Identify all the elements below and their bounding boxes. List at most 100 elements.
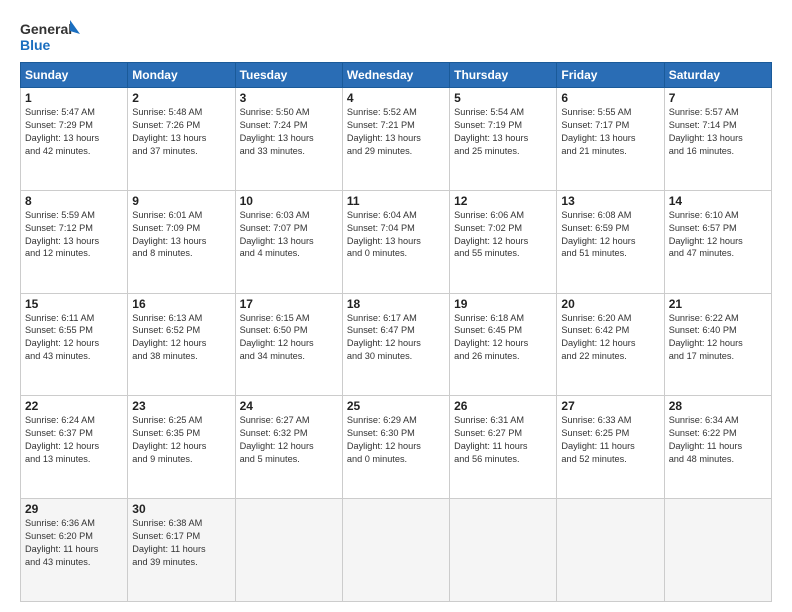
calendar-cell: 23Sunrise: 6:25 AM Sunset: 6:35 PM Dayli… [128, 396, 235, 499]
header: GeneralBlue [20, 18, 772, 54]
day-number: 17 [240, 297, 338, 311]
day-info: Sunrise: 5:55 AM Sunset: 7:17 PM Dayligh… [561, 106, 659, 158]
svg-text:Blue: Blue [20, 37, 51, 53]
day-number: 4 [347, 91, 445, 105]
day-number: 13 [561, 194, 659, 208]
day-number: 27 [561, 399, 659, 413]
day-number: 25 [347, 399, 445, 413]
calendar-cell: 10Sunrise: 6:03 AM Sunset: 7:07 PM Dayli… [235, 190, 342, 293]
day-info: Sunrise: 6:01 AM Sunset: 7:09 PM Dayligh… [132, 209, 230, 261]
calendar-cell: 19Sunrise: 6:18 AM Sunset: 6:45 PM Dayli… [450, 293, 557, 396]
weekday-header: Tuesday [235, 63, 342, 88]
day-number: 16 [132, 297, 230, 311]
calendar-week-row: 8Sunrise: 5:59 AM Sunset: 7:12 PM Daylig… [21, 190, 772, 293]
weekday-header: Monday [128, 63, 235, 88]
calendar-cell: 8Sunrise: 5:59 AM Sunset: 7:12 PM Daylig… [21, 190, 128, 293]
calendar-cell: 26Sunrise: 6:31 AM Sunset: 6:27 PM Dayli… [450, 396, 557, 499]
day-info: Sunrise: 6:31 AM Sunset: 6:27 PM Dayligh… [454, 414, 552, 466]
day-number: 10 [240, 194, 338, 208]
calendar-cell [557, 499, 664, 602]
calendar-week-row: 1Sunrise: 5:47 AM Sunset: 7:29 PM Daylig… [21, 88, 772, 191]
svg-text:General: General [20, 21, 72, 37]
day-info: Sunrise: 6:10 AM Sunset: 6:57 PM Dayligh… [669, 209, 767, 261]
calendar-cell: 12Sunrise: 6:06 AM Sunset: 7:02 PM Dayli… [450, 190, 557, 293]
weekday-header: Saturday [664, 63, 771, 88]
day-info: Sunrise: 6:03 AM Sunset: 7:07 PM Dayligh… [240, 209, 338, 261]
weekday-header: Thursday [450, 63, 557, 88]
day-number: 28 [669, 399, 767, 413]
calendar-week-row: 15Sunrise: 6:11 AM Sunset: 6:55 PM Dayli… [21, 293, 772, 396]
day-info: Sunrise: 5:57 AM Sunset: 7:14 PM Dayligh… [669, 106, 767, 158]
calendar-cell: 28Sunrise: 6:34 AM Sunset: 6:22 PM Dayli… [664, 396, 771, 499]
calendar-cell: 11Sunrise: 6:04 AM Sunset: 7:04 PM Dayli… [342, 190, 449, 293]
day-number: 15 [25, 297, 123, 311]
day-info: Sunrise: 6:24 AM Sunset: 6:37 PM Dayligh… [25, 414, 123, 466]
calendar-cell [342, 499, 449, 602]
weekday-header: Wednesday [342, 63, 449, 88]
day-number: 26 [454, 399, 552, 413]
calendar-cell: 20Sunrise: 6:20 AM Sunset: 6:42 PM Dayli… [557, 293, 664, 396]
day-info: Sunrise: 6:17 AM Sunset: 6:47 PM Dayligh… [347, 312, 445, 364]
calendar-cell: 4Sunrise: 5:52 AM Sunset: 7:21 PM Daylig… [342, 88, 449, 191]
day-number: 21 [669, 297, 767, 311]
calendar-cell: 7Sunrise: 5:57 AM Sunset: 7:14 PM Daylig… [664, 88, 771, 191]
calendar-cell: 3Sunrise: 5:50 AM Sunset: 7:24 PM Daylig… [235, 88, 342, 191]
calendar-cell: 30Sunrise: 6:38 AM Sunset: 6:17 PM Dayli… [128, 499, 235, 602]
day-info: Sunrise: 5:47 AM Sunset: 7:29 PM Dayligh… [25, 106, 123, 158]
calendar-cell: 13Sunrise: 6:08 AM Sunset: 6:59 PM Dayli… [557, 190, 664, 293]
day-info: Sunrise: 6:18 AM Sunset: 6:45 PM Dayligh… [454, 312, 552, 364]
calendar-cell: 6Sunrise: 5:55 AM Sunset: 7:17 PM Daylig… [557, 88, 664, 191]
calendar-cell [664, 499, 771, 602]
day-info: Sunrise: 6:36 AM Sunset: 6:20 PM Dayligh… [25, 517, 123, 569]
day-info: Sunrise: 6:34 AM Sunset: 6:22 PM Dayligh… [669, 414, 767, 466]
day-number: 5 [454, 91, 552, 105]
calendar-cell: 24Sunrise: 6:27 AM Sunset: 6:32 PM Dayli… [235, 396, 342, 499]
day-number: 6 [561, 91, 659, 105]
day-number: 7 [669, 91, 767, 105]
day-info: Sunrise: 6:08 AM Sunset: 6:59 PM Dayligh… [561, 209, 659, 261]
day-number: 1 [25, 91, 123, 105]
day-info: Sunrise: 6:25 AM Sunset: 6:35 PM Dayligh… [132, 414, 230, 466]
calendar-cell [235, 499, 342, 602]
calendar-cell: 29Sunrise: 6:36 AM Sunset: 6:20 PM Dayli… [21, 499, 128, 602]
calendar-cell: 18Sunrise: 6:17 AM Sunset: 6:47 PM Dayli… [342, 293, 449, 396]
day-info: Sunrise: 6:06 AM Sunset: 7:02 PM Dayligh… [454, 209, 552, 261]
day-info: Sunrise: 6:15 AM Sunset: 6:50 PM Dayligh… [240, 312, 338, 364]
day-number: 11 [347, 194, 445, 208]
day-info: Sunrise: 6:29 AM Sunset: 6:30 PM Dayligh… [347, 414, 445, 466]
day-number: 3 [240, 91, 338, 105]
calendar-cell: 27Sunrise: 6:33 AM Sunset: 6:25 PM Dayli… [557, 396, 664, 499]
day-info: Sunrise: 6:22 AM Sunset: 6:40 PM Dayligh… [669, 312, 767, 364]
day-number: 9 [132, 194, 230, 208]
day-number: 22 [25, 399, 123, 413]
calendar-cell: 17Sunrise: 6:15 AM Sunset: 6:50 PM Dayli… [235, 293, 342, 396]
calendar-cell: 1Sunrise: 5:47 AM Sunset: 7:29 PM Daylig… [21, 88, 128, 191]
day-info: Sunrise: 5:52 AM Sunset: 7:21 PM Dayligh… [347, 106, 445, 158]
weekday-header: Sunday [21, 63, 128, 88]
day-number: 12 [454, 194, 552, 208]
calendar-cell: 9Sunrise: 6:01 AM Sunset: 7:09 PM Daylig… [128, 190, 235, 293]
calendar-week-row: 29Sunrise: 6:36 AM Sunset: 6:20 PM Dayli… [21, 499, 772, 602]
day-number: 29 [25, 502, 123, 516]
day-info: Sunrise: 5:50 AM Sunset: 7:24 PM Dayligh… [240, 106, 338, 158]
weekday-header: Friday [557, 63, 664, 88]
day-number: 30 [132, 502, 230, 516]
day-info: Sunrise: 6:20 AM Sunset: 6:42 PM Dayligh… [561, 312, 659, 364]
day-info: Sunrise: 6:27 AM Sunset: 6:32 PM Dayligh… [240, 414, 338, 466]
calendar-cell [450, 499, 557, 602]
day-info: Sunrise: 6:38 AM Sunset: 6:17 PM Dayligh… [132, 517, 230, 569]
calendar-cell: 25Sunrise: 6:29 AM Sunset: 6:30 PM Dayli… [342, 396, 449, 499]
calendar-table: SundayMondayTuesdayWednesdayThursdayFrid… [20, 62, 772, 602]
day-info: Sunrise: 6:04 AM Sunset: 7:04 PM Dayligh… [347, 209, 445, 261]
calendar-cell: 14Sunrise: 6:10 AM Sunset: 6:57 PM Dayli… [664, 190, 771, 293]
calendar-cell: 16Sunrise: 6:13 AM Sunset: 6:52 PM Dayli… [128, 293, 235, 396]
day-number: 14 [669, 194, 767, 208]
day-number: 20 [561, 297, 659, 311]
calendar-cell: 5Sunrise: 5:54 AM Sunset: 7:19 PM Daylig… [450, 88, 557, 191]
calendar-cell: 22Sunrise: 6:24 AM Sunset: 6:37 PM Dayli… [21, 396, 128, 499]
calendar-cell: 21Sunrise: 6:22 AM Sunset: 6:40 PM Dayli… [664, 293, 771, 396]
day-info: Sunrise: 5:48 AM Sunset: 7:26 PM Dayligh… [132, 106, 230, 158]
day-number: 18 [347, 297, 445, 311]
day-info: Sunrise: 6:13 AM Sunset: 6:52 PM Dayligh… [132, 312, 230, 364]
calendar-cell: 2Sunrise: 5:48 AM Sunset: 7:26 PM Daylig… [128, 88, 235, 191]
